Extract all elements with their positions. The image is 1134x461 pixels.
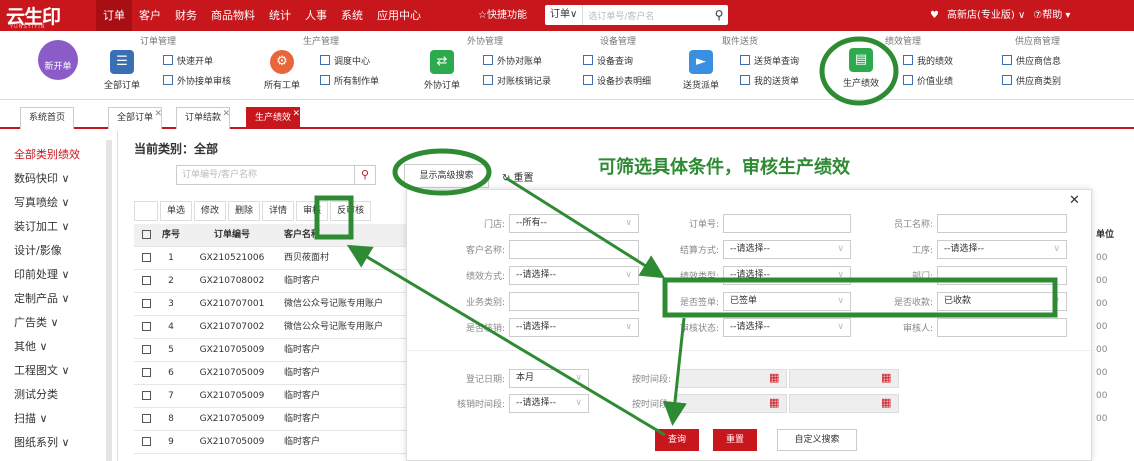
arrow [662, 317, 687, 426]
highlight-circle [819, 36, 899, 106]
highlight-audit [314, 195, 354, 240]
arrow [346, 244, 666, 437]
highlight-filters [662, 277, 1058, 318]
annotation-overlay [314, 36, 1058, 437]
arrow [505, 176, 666, 279]
highlight-ellipse [392, 148, 492, 196]
